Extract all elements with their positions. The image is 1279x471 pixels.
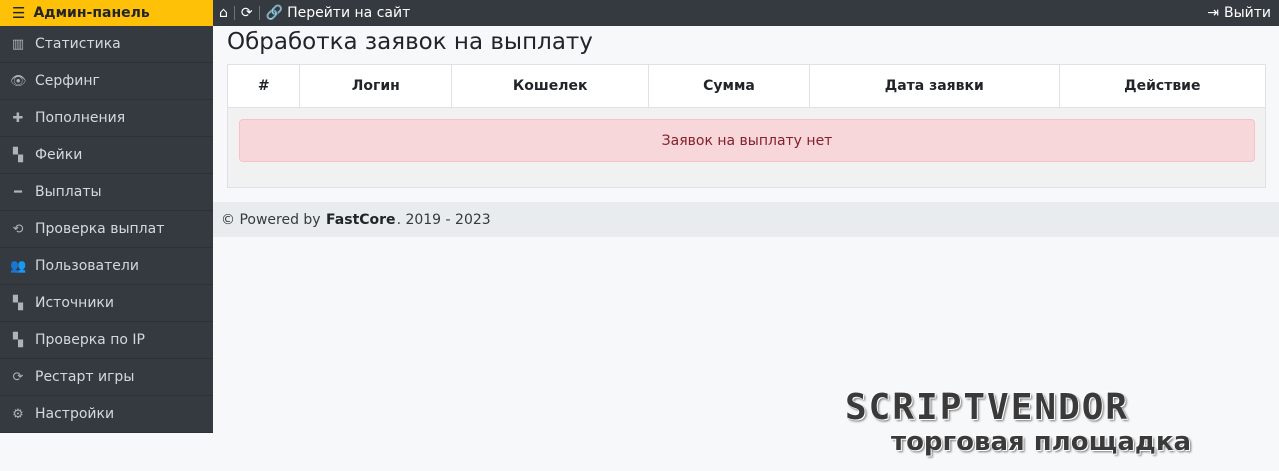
sidebar-item[interactable]: ⟳ Рестарт игры <box>0 359 213 396</box>
footer-brand: FastCore <box>326 211 396 228</box>
sidebar-item-label: Проверка выплат <box>35 221 165 237</box>
sidebar-item-label: Пользователи <box>35 258 139 274</box>
topbar: ⌂ ⟳ 🔗 Перейти на сайт ⇥ Выйти <box>213 0 1279 26</box>
sidebar-item-label: Пополнения <box>35 110 126 126</box>
watermark: SCRIPTVENDOR торговая площадка <box>845 387 1265 457</box>
column-header[interactable]: Логин <box>299 65 453 108</box>
sidebar-item-label: Рестарт игры <box>35 369 135 385</box>
sidebar-item-label: Настройки <box>35 406 115 422</box>
sidebar-item[interactable]: ▚ Проверка по IP <box>0 322 213 359</box>
eye-icon: 👁 <box>10 73 27 89</box>
sidebar-item[interactable]: ━ Выплаты <box>0 174 213 211</box>
sidebar-item[interactable]: 👥 Пользователи <box>0 248 213 285</box>
footer: © Powered by FastCore. 2019 - 2023 <box>213 202 1279 237</box>
bar-chart-icon: ▥ <box>11 36 25 52</box>
sidebar-item[interactable]: ⚙ Настройки <box>0 396 213 433</box>
logout-link[interactable]: ⇥ Выйти <box>1207 5 1279 21</box>
column-header[interactable]: # <box>228 65 301 108</box>
gear-icon: ⚙ <box>12 406 24 422</box>
column-header[interactable]: Действие <box>1059 65 1265 108</box>
column-header[interactable]: Сумма <box>648 65 810 108</box>
link-icon: 🔗 <box>265 5 284 21</box>
page-title: Обработка заявок на выплату <box>227 29 593 55</box>
empty-alert: Заявок на выплату нет <box>239 119 1255 162</box>
home-icon[interactable]: ⌂ <box>213 5 234 21</box>
users-icon: 👥 <box>10 258 27 274</box>
sidebar-item-label: Источники <box>35 295 114 311</box>
column-header[interactable]: Дата заявки <box>809 65 1060 108</box>
payout-requests-table: # Логин Кошелек Сумма Дата заявки Действие <box>228 65 1265 108</box>
sidebar-item[interactable]: ⟲ Проверка выплат <box>0 211 213 248</box>
refresh-icon[interactable]: ⟳ <box>235 5 259 21</box>
sidebar-item[interactable]: ▚ Фейки <box>0 137 213 174</box>
bars-icon: ☰ <box>12 4 26 22</box>
sign-out-icon: ⇥ <box>1207 5 1219 21</box>
empty-message: Заявок на выплату нет <box>661 132 833 149</box>
map-icon: ▚ <box>13 295 23 311</box>
refresh-icon: ⟳ <box>12 369 24 385</box>
map-icon: ▚ <box>13 332 23 348</box>
admin-panel-brand[interactable]: ☰ Админ-панель <box>0 0 213 26</box>
sidebar-item[interactable]: ▥ Статистика <box>0 26 213 63</box>
column-header[interactable]: Кошелек <box>451 65 650 108</box>
watermark-title: SCRIPTVENDOR <box>845 387 1130 428</box>
sidebar-item-label: Фейки <box>35 147 83 163</box>
sidebar: ☰ Админ-панель ▥ Статистика 👁 Серфинг ✚ Попол… <box>0 0 213 433</box>
history-icon: ⟲ <box>12 221 24 237</box>
watermark-subtitle: торговая площадка <box>891 427 1192 457</box>
sidebar-item[interactable]: 👁 Серфинг <box>0 63 213 100</box>
sidebar-item[interactable]: ▚ Источники <box>0 285 213 322</box>
go-to-site-label: Перейти на сайт <box>287 5 411 21</box>
table-header-row: # Логин Кошелек Сумма Дата заявки Действие <box>228 65 1265 108</box>
brand-label: Админ-панель <box>33 5 150 21</box>
minus-icon: ━ <box>14 184 22 200</box>
sidebar-item-label: Статистика <box>35 36 121 52</box>
footer-suffix: . 2019 - 2023 <box>396 211 491 228</box>
sidebar-item[interactable]: ✚ Пополнения <box>0 100 213 137</box>
payout-requests-panel: # Логин Кошелек Сумма Дата заявки Действие За… <box>227 64 1266 188</box>
go-to-site-link[interactable]: 🔗 Перейти на сайт <box>260 5 417 21</box>
logout-label: Выйти <box>1223 5 1271 21</box>
sidebar-item-label: Серфинг <box>35 73 100 89</box>
sidebar-item-label: Проверка по IP <box>35 332 145 348</box>
map-icon: ▚ <box>13 147 23 163</box>
plus-icon: ✚ <box>12 110 24 126</box>
footer-prefix: © Powered by <box>221 211 321 228</box>
sidebar-item-label: Выплаты <box>35 184 102 200</box>
